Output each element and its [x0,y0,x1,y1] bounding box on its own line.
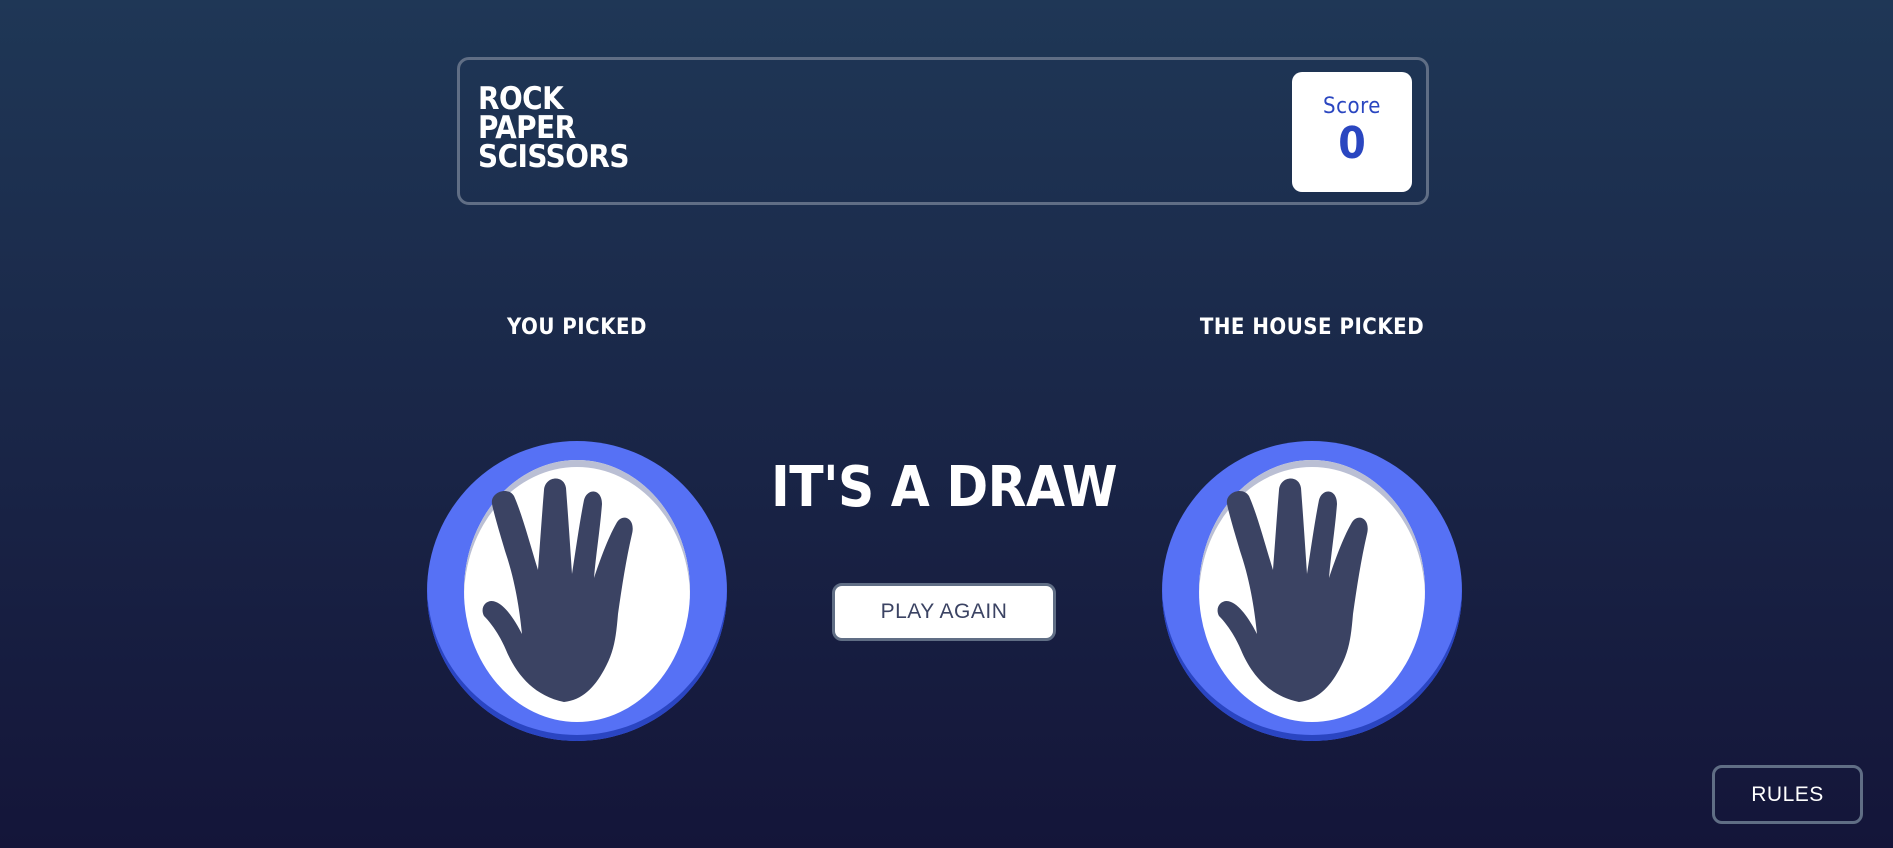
paper-hand-icon [1217,478,1368,702]
score-label: Score [1323,94,1381,119]
title-line-scissors: SCISSORS [478,139,629,175]
token-face [1199,460,1425,722]
result-text: IT'S A DRAW [770,455,1118,520]
score-value: 0 [1338,118,1366,169]
rules-button[interactable]: RULES [1712,765,1863,824]
house-picked-label: THE HOUSE PICKED [1199,315,1425,340]
paper-hand-icon [482,478,633,702]
house-pick-paper-token [1162,441,1462,741]
game-title: ROCK PAPER SCISSORS [478,84,629,175]
player-pick-paper-token [427,441,727,741]
play-again-button[interactable]: PLAY AGAIN [832,583,1056,641]
game-header: ROCK PAPER SCISSORS Score 0 [457,57,1429,205]
score-box: Score 0 [1292,72,1412,192]
you-picked-label: YOU PICKED [506,315,647,340]
token-face [464,460,690,722]
